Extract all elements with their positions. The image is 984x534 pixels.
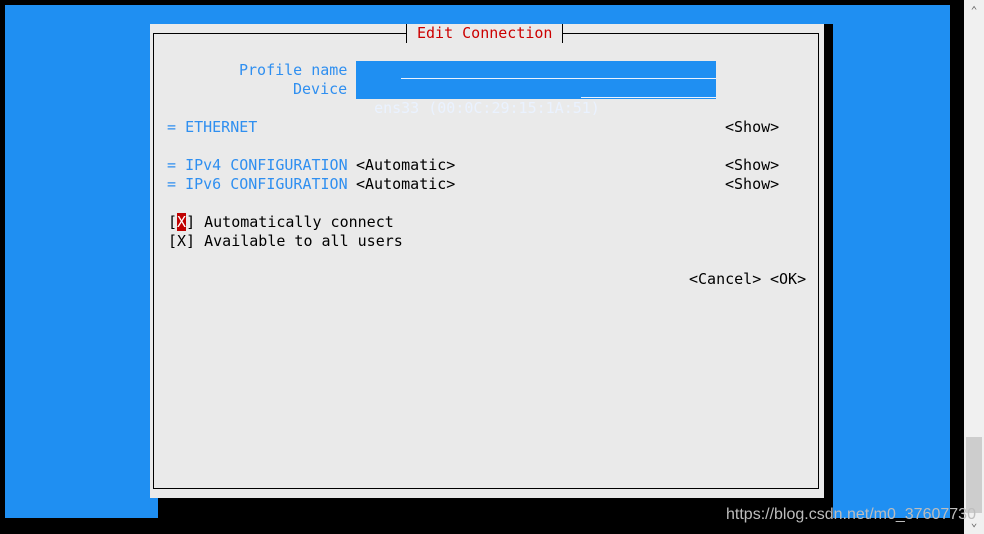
ipv6-show-button[interactable]: <Show> xyxy=(725,175,779,194)
ipv4-mode-select[interactable]: <Automatic> xyxy=(356,156,455,175)
device-value: ens33 (00:0C:29:15:1A:51) xyxy=(374,99,600,117)
profile-name-label: Profile name xyxy=(239,61,348,79)
ipv4-show-button[interactable]: <Show> xyxy=(725,156,779,175)
ipv6-mode-select[interactable]: <Automatic> xyxy=(356,175,455,194)
device-input[interactable]: ens33 (00:0C:29:15:1A:51) xyxy=(356,80,716,117)
all-users-checkbox[interactable]: [X] Available to all users xyxy=(168,232,403,251)
checkbox-focus-mark: X xyxy=(177,213,187,231)
profile-name-input[interactable]: ens33 xyxy=(356,61,716,98)
scrollbar[interactable]: ⌃ ⌄ xyxy=(964,0,984,534)
ipv6-section-toggle[interactable]: = IPv6 CONFIGURATION xyxy=(167,175,348,194)
scrollbar-thumb[interactable] xyxy=(966,437,982,513)
ethernet-section-toggle[interactable]: = ETHERNET xyxy=(167,118,257,137)
terminal-background-right xyxy=(833,5,950,518)
auto-connect-checkbox[interactable]: [X] Automatically connect xyxy=(168,213,394,232)
ethernet-show-button[interactable]: <Show> xyxy=(725,118,779,137)
dialog-title: Edit Connection xyxy=(406,24,564,43)
ipv4-section-toggle[interactable]: = IPv4 CONFIGURATION xyxy=(167,156,348,175)
terminal-background-left xyxy=(5,5,158,518)
ok-button[interactable]: <OK> xyxy=(770,270,806,289)
watermark: https://blog.csdn.net/m0_37607730 xyxy=(726,506,976,523)
cancel-button[interactable]: <Cancel> xyxy=(689,270,761,289)
scroll-up-arrow-icon[interactable]: ⌃ xyxy=(968,5,980,16)
device-label: Device xyxy=(293,80,348,98)
